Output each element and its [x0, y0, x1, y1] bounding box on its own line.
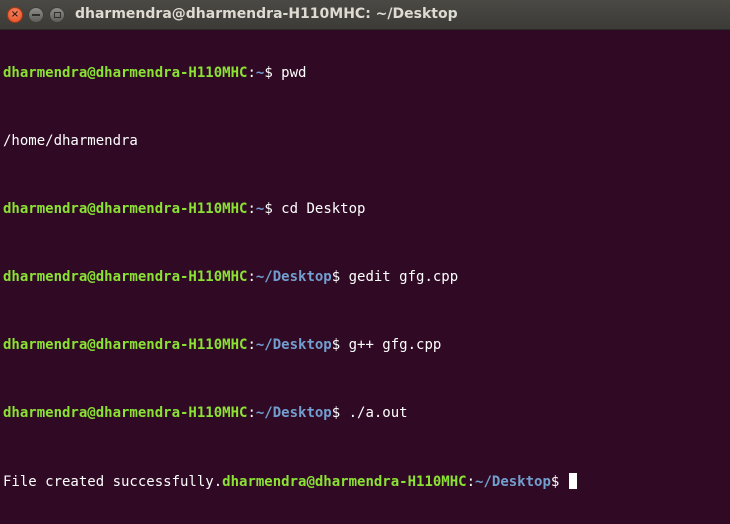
- prompt-symbol: $: [331, 337, 349, 353]
- command-text: g++ gfg.cpp: [348, 337, 442, 353]
- prompt-user: dharmendra@dharmendra-H110MHC: [3, 201, 248, 217]
- terminal-line: dharmendra@dharmendra-H110MHC:~$ pwd: [3, 65, 730, 82]
- prompt-user: dharmendra@dharmendra-H110MHC: [3, 65, 248, 81]
- terminal-line: dharmendra@dharmendra-H110MHC:~$ cd Desk…: [3, 201, 730, 218]
- prompt-symbol: $: [331, 405, 349, 421]
- prompt-separator: :: [247, 65, 256, 81]
- prompt-symbol: $: [264, 201, 282, 217]
- command-output: /home/dharmendra: [3, 133, 138, 149]
- prompt-separator: :: [466, 474, 476, 490]
- terminal-line: dharmendra@dharmendra-H110MHC:~/Desktop$…: [3, 269, 730, 286]
- maximize-icon: [53, 12, 61, 18]
- prompt-symbol: $: [550, 474, 568, 490]
- text-cursor: [568, 473, 577, 489]
- terminal-line: File created successfully.dharmendra@dha…: [3, 473, 730, 490]
- close-icon: ×: [10, 9, 20, 20]
- terminal-area[interactable]: dharmendra@dharmendra-H110MHC:~$ pwd /ho…: [3, 31, 730, 490]
- window-title: dharmendra@dharmendra-H110MHC: ~/Desktop: [75, 6, 458, 22]
- prompt-symbol: $: [331, 269, 349, 285]
- terminal-line: /home/dharmendra: [3, 133, 730, 150]
- command-text: gedit gfg.cpp: [348, 269, 459, 285]
- terminal-line: dharmendra@dharmendra-H110MHC:~/Desktop$…: [3, 337, 730, 354]
- prompt-separator: :: [247, 405, 256, 421]
- title-bar[interactable]: × dharmendra@dharmendra-H110MHC: ~/Deskt…: [0, 0, 730, 30]
- prompt-path: ~/Desktop: [255, 337, 332, 353]
- terminal-window: × dharmendra@dharmendra-H110MHC: ~/Deskt…: [0, 0, 730, 490]
- close-button[interactable]: ×: [7, 7, 23, 23]
- prompt-path: ~/Desktop: [255, 405, 332, 421]
- prompt-user: dharmendra@dharmendra-H110MHC: [3, 269, 248, 285]
- prompt-user: dharmendra@dharmendra-H110MHC: [3, 405, 248, 421]
- command-text: ./a.out: [348, 405, 408, 421]
- prompt-path: ~/Desktop: [475, 474, 551, 490]
- prompt-user: dharmendra@dharmendra-H110MHC: [222, 474, 467, 490]
- prompt-symbol: $: [264, 65, 282, 81]
- minimize-icon: [32, 14, 40, 16]
- prompt-path: ~/Desktop: [255, 269, 332, 285]
- prompt-separator: :: [247, 337, 256, 353]
- command-text: cd Desktop: [281, 201, 366, 217]
- prompt-user: dharmendra@dharmendra-H110MHC: [3, 337, 248, 353]
- prompt-separator: :: [247, 269, 256, 285]
- terminal-line: dharmendra@dharmendra-H110MHC:~/Desktop$…: [3, 405, 730, 422]
- minimize-button[interactable]: [28, 7, 44, 23]
- prompt-separator: :: [247, 201, 256, 217]
- maximize-button[interactable]: [49, 7, 65, 23]
- command-text: pwd: [281, 65, 307, 81]
- command-output: File created successfully.: [3, 474, 223, 490]
